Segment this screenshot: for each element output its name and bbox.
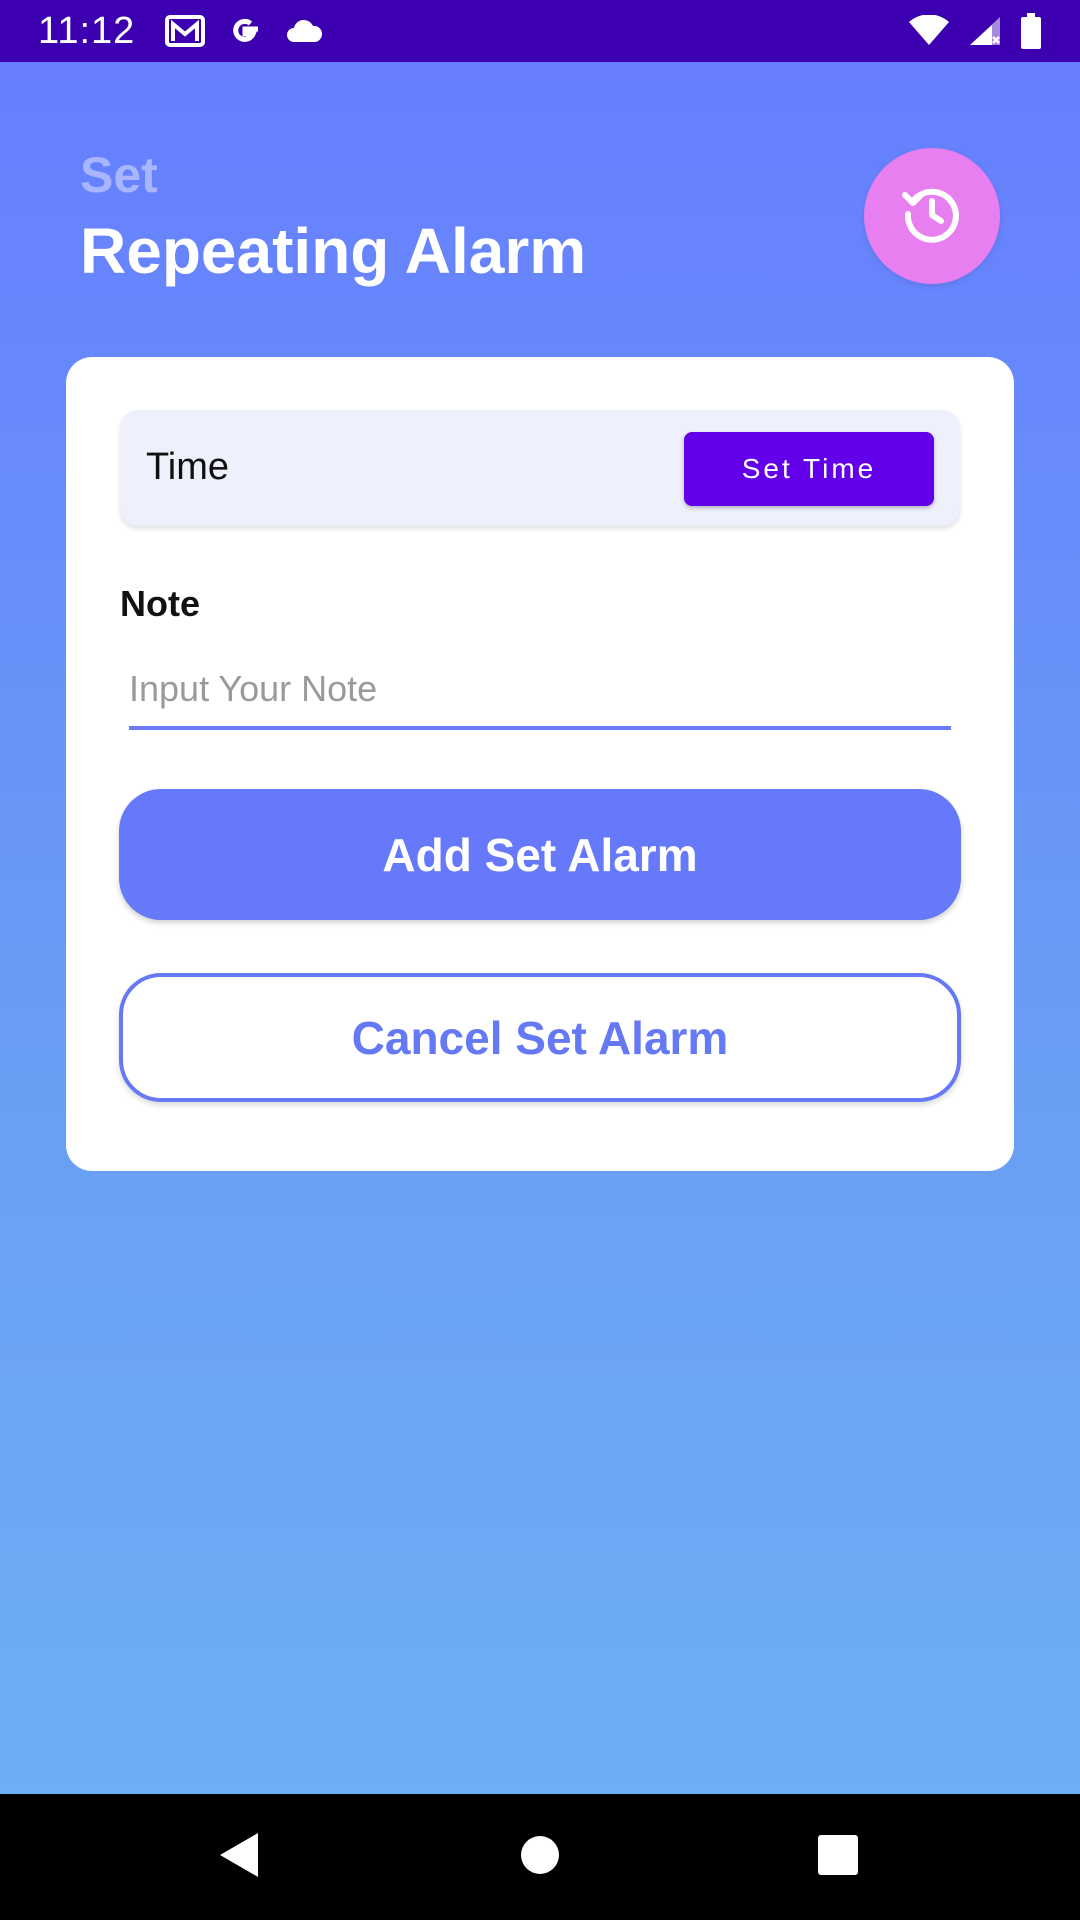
wifi-icon	[908, 15, 950, 47]
home-icon	[520, 1835, 560, 1880]
gmail-icon	[165, 15, 206, 47]
set-time-button[interactable]: Set Time	[684, 432, 934, 506]
time-label: Time	[146, 446, 230, 488]
navigation-bar	[0, 1794, 1080, 1920]
recents-button[interactable]	[778, 1794, 898, 1920]
time-row: Time Set Time	[120, 410, 960, 526]
alarm-card: Time Set Time Note Add Set Alarm Cancel …	[66, 357, 1014, 1171]
screen: 11:12 Set Repeating Alarm Time Set Time …	[0, 0, 1080, 1920]
recents-icon	[817, 1834, 859, 1881]
status-time: 11:12	[38, 9, 136, 52]
note-input[interactable]	[129, 662, 951, 730]
header-subtitle: Set	[80, 147, 158, 203]
page-title: Repeating Alarm	[80, 215, 587, 287]
home-button[interactable]	[480, 1794, 600, 1920]
add-alarm-button[interactable]: Add Set Alarm	[119, 789, 961, 920]
back-icon	[218, 1831, 260, 1884]
status-bar: 11:12	[0, 0, 1080, 62]
cell-signal-icon	[968, 15, 1002, 47]
system-icons	[908, 13, 1042, 49]
battery-icon	[1020, 13, 1042, 49]
history-button[interactable]	[864, 148, 1000, 284]
back-button[interactable]	[179, 1794, 299, 1920]
cloud-icon	[285, 18, 323, 44]
history-icon	[899, 181, 965, 252]
cancel-alarm-button[interactable]: Cancel Set Alarm	[119, 973, 961, 1102]
notification-icons	[165, 13, 323, 49]
note-label: Note	[120, 583, 200, 624]
google-icon	[227, 13, 263, 49]
